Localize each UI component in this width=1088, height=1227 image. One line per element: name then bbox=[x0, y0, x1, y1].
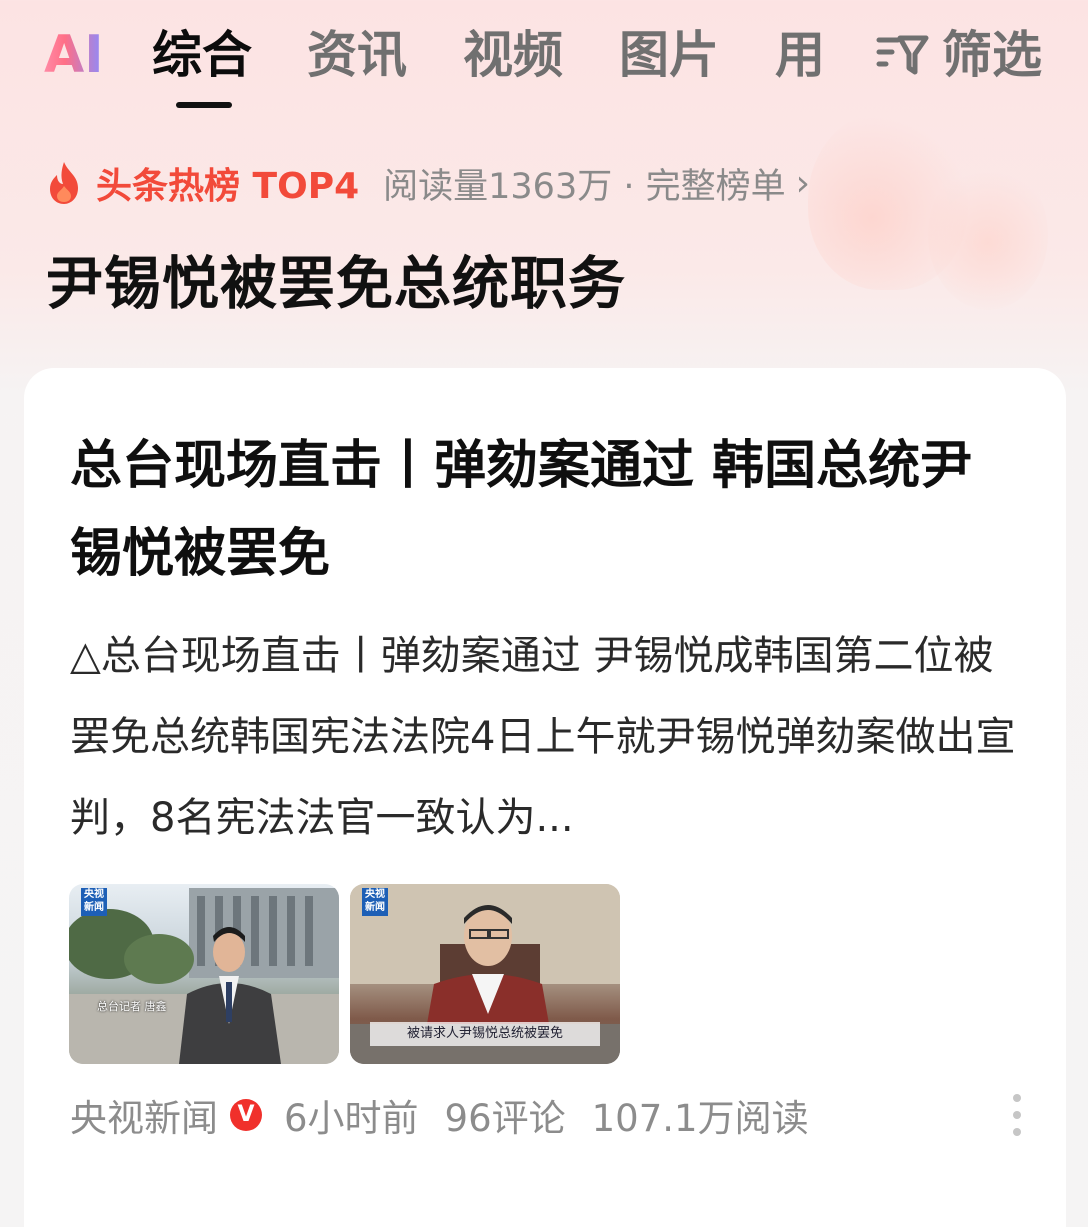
reporter-name-overlay: 总台记者 唐鑫 bbox=[97, 1000, 167, 1013]
search-tab-bar: AI 综合 资讯 视频 图片 用 筛选 bbox=[0, 0, 1088, 110]
hot-list-meta: 阅读量1363万 · 完整榜单 bbox=[383, 166, 786, 207]
article-summary: △总台现场直击丨弹劾案通过 尹锡悦成韩国第二位被罢免总统韩国宪法法院4日上午就尹… bbox=[70, 633, 1016, 841]
filter-button[interactable]: 筛选 bbox=[876, 24, 1042, 86]
video-caption: 被请求人尹锡悦总统被罢免 bbox=[370, 1022, 600, 1046]
tab-ai[interactable]: AI bbox=[44, 24, 104, 86]
comment-count: 96评论 bbox=[444, 1097, 566, 1140]
source-name[interactable]: 央视新闻 bbox=[70, 1088, 218, 1142]
reporter-scene bbox=[69, 888, 339, 1064]
article-meta: 央视新闻 V 6小时前 96评论 107.1万阅读 bbox=[70, 1090, 809, 1140]
publish-time: 6小时前 bbox=[284, 1097, 419, 1140]
more-options-icon[interactable] bbox=[1012, 1094, 1022, 1138]
topic-heading[interactable]: 尹锡悦被罢免总统职务 bbox=[46, 238, 626, 320]
article-thumbnail-reporter[interactable]: 央视 新闻 总台记者 唐鑫 bbox=[69, 884, 339, 1064]
article-title[interactable]: 总台现场直击丨弹劾案通过 韩国总统尹锡悦被罢免 bbox=[70, 422, 1010, 598]
tab-video[interactable]: 视频 bbox=[463, 24, 563, 86]
tab-users[interactable]: 用 bbox=[775, 24, 825, 86]
decorative-flame-small bbox=[928, 160, 1048, 310]
news-card[interactable]: 总台现场直击丨弹劾案通过 韩国总统尹锡悦被罢免 △总台现场直击丨弹劾案通过 尹锡… bbox=[24, 368, 1066, 1227]
hot-list-title: 头条热榜 TOP4 bbox=[96, 166, 360, 207]
tab-comprehensive[interactable]: 综合 bbox=[152, 24, 252, 86]
filter-label: 筛选 bbox=[942, 26, 1042, 84]
cctv-news-logo: 央视 新闻 bbox=[81, 888, 107, 916]
verified-badge-icon: V bbox=[230, 1099, 262, 1131]
chevron-right-icon: › bbox=[795, 162, 810, 204]
filter-icon bbox=[876, 35, 929, 75]
hot-list-banner[interactable]: 头条热榜 TOP4 阅读量1363万 · 完整榜单 › bbox=[44, 158, 810, 208]
active-tab-indicator bbox=[176, 102, 232, 108]
tab-images[interactable]: 图片 bbox=[619, 24, 719, 86]
article-thumbnail-judge[interactable]: 央视 新闻 被请求人尹锡悦总统被罢免 bbox=[350, 884, 620, 1064]
read-count: 107.1万阅读 bbox=[591, 1097, 809, 1140]
flame-icon bbox=[50, 162, 78, 204]
tab-news[interactable]: 资讯 bbox=[307, 24, 407, 86]
cctv-news-logo: 央视 新闻 bbox=[362, 888, 388, 916]
